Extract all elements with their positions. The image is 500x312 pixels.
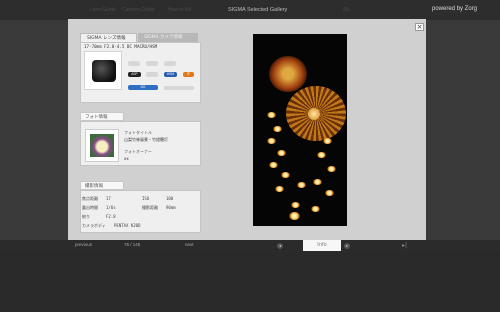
exif-value: 17: [106, 196, 111, 201]
exif-label: 露出時間: [82, 205, 98, 210]
prev-arrow-icon[interactable]: ◂: [277, 243, 283, 249]
photo-counter: 76 / 145: [124, 242, 141, 247]
nav-lens-guide[interactable]: Lens Guide: [90, 7, 116, 13]
thumbnail-image: [90, 134, 114, 157]
photo-info-header: フォト情報: [80, 112, 124, 121]
lantern: [269, 162, 278, 168]
dg-badge-icon: DG: [128, 85, 158, 90]
hsm-badge-icon: HSM: [164, 72, 177, 77]
photo-owner-value: xx: [124, 156, 129, 161]
exif-label: カメラボディ: [82, 223, 106, 228]
lantern: [311, 206, 320, 212]
gallery-title: SIGMA Selected Gallery: [228, 7, 288, 13]
tab-sigma-camera[interactable]: SIGMA カメラ情報: [138, 33, 198, 42]
badge-placeholder-icon: [164, 86, 194, 90]
lantern: [291, 202, 300, 208]
lantern: [275, 186, 284, 192]
badge-placeholder-icon: [164, 61, 176, 66]
photo-owner-label: フォトオーナー: [124, 149, 152, 154]
exif-value: 1/6s: [106, 205, 116, 210]
page-footer-area: [0, 252, 500, 312]
exif-label: 絞り: [82, 214, 90, 219]
photo-title-label: フォトタイトル: [124, 130, 152, 135]
umbrella-light: [269, 56, 307, 92]
exif-value: 90mm: [166, 205, 176, 210]
lens-image: [84, 51, 122, 90]
lantern: [273, 126, 282, 132]
badge-placeholder-icon: [146, 61, 158, 66]
badge-placeholder-icon: [128, 61, 140, 66]
lantern: [313, 179, 322, 185]
photo-title-value: 山梨竹林風景・竹燈籠灯: [124, 137, 168, 142]
badge-placeholder-icon: [146, 72, 158, 77]
lantern: [317, 152, 326, 158]
nav-how-to[interactable]: How to Ad: [168, 7, 191, 13]
photo-thumbnail[interactable]: [85, 129, 119, 162]
lantern: [325, 190, 334, 196]
main-photo[interactable]: [253, 34, 347, 226]
info-tab[interactable]: Info: [303, 240, 341, 251]
lantern: [267, 138, 276, 144]
lens-icon: [92, 60, 116, 82]
lantern: [289, 212, 300, 220]
previous-link[interactable]: previous: [75, 242, 92, 247]
lantern: [327, 166, 336, 172]
lantern: [323, 138, 332, 144]
close-button[interactable]: ×: [415, 23, 424, 31]
next-link[interactable]: next: [185, 242, 194, 247]
exif-header: 撮影情報: [80, 181, 124, 190]
tab-sigma-lens[interactable]: SIGMA レンズ情報: [80, 33, 137, 42]
nav-camera-guide[interactable]: Camera Guide: [122, 7, 155, 13]
exif-value: 100: [166, 196, 174, 201]
exif-label: 焦点距離: [82, 196, 98, 201]
powered-by[interactable]: powered by Zorg: [432, 6, 477, 12]
slideshow-play-icon[interactable]: ▸|: [402, 243, 407, 249]
nav-about[interactable]: Ab...: [343, 7, 353, 13]
next-arrow-icon[interactable]: ▸: [344, 243, 350, 249]
asp-badge-icon: ASP: [128, 72, 141, 77]
lens-name: 17-70mm F2.8-4.5 DC MACRO/HSM: [84, 44, 158, 49]
exif-label: 撮影距離: [142, 205, 158, 210]
if-badge-icon: IF: [183, 72, 194, 77]
lantern: [277, 150, 286, 156]
exif-label: ISO: [142, 196, 150, 201]
lantern: [297, 182, 306, 188]
lantern: [267, 112, 276, 118]
lantern: [281, 172, 290, 178]
exif-value: PENTAX K20D: [114, 223, 141, 228]
exif-value: F2.8: [106, 214, 116, 219]
umbrella-light: [308, 108, 320, 120]
